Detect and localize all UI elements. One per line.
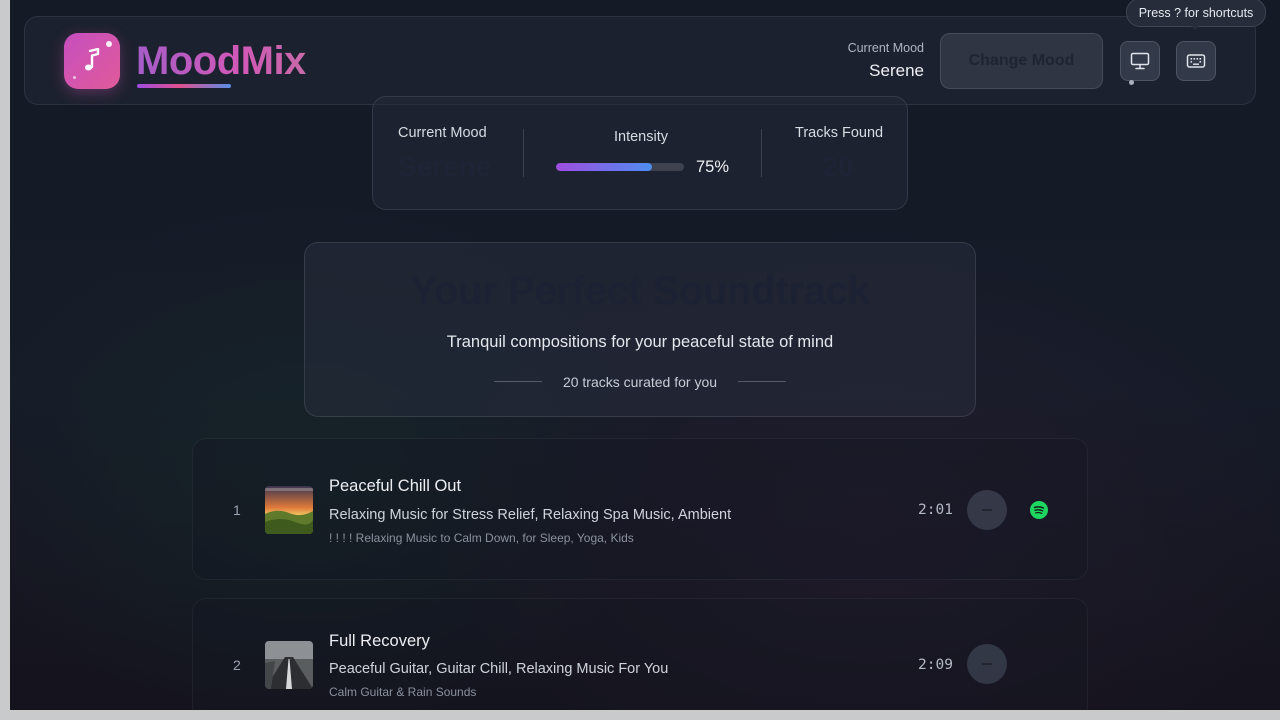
intensity-percent: 75% bbox=[696, 158, 730, 176]
hero-subtitle: Tranquil compositions for your peaceful … bbox=[446, 333, 834, 351]
stat-divider bbox=[523, 129, 524, 177]
change-mood-button[interactable]: Change Mood bbox=[940, 33, 1103, 89]
keyboard-icon bbox=[1186, 54, 1206, 68]
track-duration: 2:01 bbox=[918, 502, 953, 518]
tooltip-arrow bbox=[1190, 25, 1200, 30]
shortcuts-tooltip: Press ? for shortcuts bbox=[1126, 0, 1266, 27]
intensity-bar bbox=[556, 163, 684, 171]
soundtrack-hero: Your Perfect Soundtrack Tranquil composi… bbox=[304, 242, 976, 417]
stat-divider bbox=[761, 129, 762, 177]
minus-icon bbox=[982, 509, 992, 511]
current-mood-value: Serene bbox=[869, 61, 924, 80]
hero-title: Your Perfect Soundtrack bbox=[410, 269, 870, 313]
track-number: 1 bbox=[233, 502, 241, 518]
stat-tracks-label: Tracks Found bbox=[795, 125, 884, 141]
track-album: Calm Guitar & Rain Sounds bbox=[329, 685, 477, 699]
play-button[interactable] bbox=[967, 644, 1007, 684]
album-art-landscape-icon bbox=[265, 486, 313, 534]
album-art[interactable] bbox=[265, 486, 313, 534]
track-number: 2 bbox=[233, 657, 241, 673]
track-title: Full Recovery bbox=[329, 632, 430, 650]
track-artists: Peaceful Guitar, Guitar Chill, Relaxing … bbox=[329, 661, 669, 677]
stat-mood-value: Serene bbox=[398, 151, 492, 182]
app-root: MoodMix Current Mood Serene Change Mood bbox=[10, 0, 1280, 710]
monitor-icon bbox=[1130, 52, 1150, 70]
app-brand-name: MoodMix bbox=[136, 39, 306, 83]
keyboard-shortcuts-button[interactable] bbox=[1176, 41, 1216, 81]
app-logo[interactable] bbox=[64, 33, 120, 89]
spotify-icon[interactable] bbox=[1030, 501, 1048, 519]
minus-icon bbox=[982, 663, 992, 665]
current-mood-label: Current Mood bbox=[847, 41, 924, 55]
track-duration: 2:09 bbox=[918, 657, 953, 673]
album-art[interactable] bbox=[265, 641, 313, 689]
track-artists: Relaxing Music for Stress Relief, Relaxi… bbox=[329, 507, 732, 523]
album-art-road-icon bbox=[265, 641, 313, 689]
logo-sparkle-small-icon bbox=[73, 76, 76, 79]
display-mode-button[interactable] bbox=[1120, 41, 1160, 81]
active-indicator-dot bbox=[1129, 80, 1134, 85]
music-note-icon bbox=[84, 48, 100, 71]
mood-stats-panel: Current Mood Serene Intensity 75% Tracks… bbox=[372, 96, 908, 210]
hero-line-right bbox=[738, 381, 786, 382]
track-row[interactable]: 2 Full Recovery Peaceful Guitar, Guitar … bbox=[192, 598, 1088, 710]
play-button[interactable] bbox=[967, 490, 1007, 530]
intensity-bar-fill bbox=[556, 163, 652, 171]
logo-sparkle-icon bbox=[106, 41, 112, 47]
stat-mood-label: Current Mood bbox=[398, 125, 487, 141]
stat-intensity-label: Intensity bbox=[614, 129, 668, 145]
brand-underline bbox=[137, 84, 231, 88]
hero-track-count: 20 tracks curated for you bbox=[562, 374, 718, 390]
header-bar: MoodMix Current Mood Serene Change Mood bbox=[24, 16, 1256, 105]
track-title: Peaceful Chill Out bbox=[329, 477, 462, 495]
track-album: ! ! ! ! Relaxing Music to Calm Down, for… bbox=[329, 531, 634, 545]
track-row[interactable]: 1 Peaceful Chill Out Relaxing Music for … bbox=[192, 438, 1088, 580]
stat-tracks-value: 20 bbox=[822, 151, 854, 182]
